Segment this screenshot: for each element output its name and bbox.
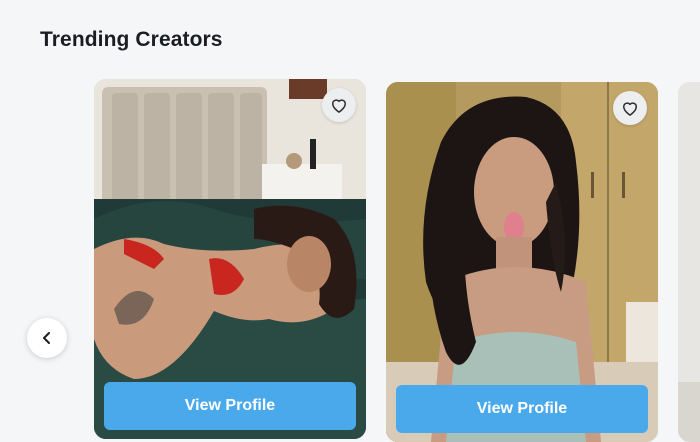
- creator-photo[interactable]: [678, 82, 700, 442]
- view-profile-button[interactable]: View Profile: [104, 382, 356, 430]
- favorite-button[interactable]: [613, 91, 647, 125]
- creator-card-1[interactable]: View Profile: [94, 79, 366, 439]
- creator-card-3[interactable]: [678, 82, 700, 442]
- section-title: Trending Creators: [40, 28, 223, 51]
- creator-card-2[interactable]: View Profile: [386, 82, 658, 442]
- heart-outline-icon: [623, 102, 637, 116]
- view-profile-button[interactable]: View Profile: [396, 385, 648, 433]
- carousel-prev-button[interactable]: [27, 318, 67, 358]
- heart-outline-icon: [332, 99, 346, 113]
- favorite-button[interactable]: [322, 88, 356, 122]
- chevron-left-icon: [43, 332, 50, 344]
